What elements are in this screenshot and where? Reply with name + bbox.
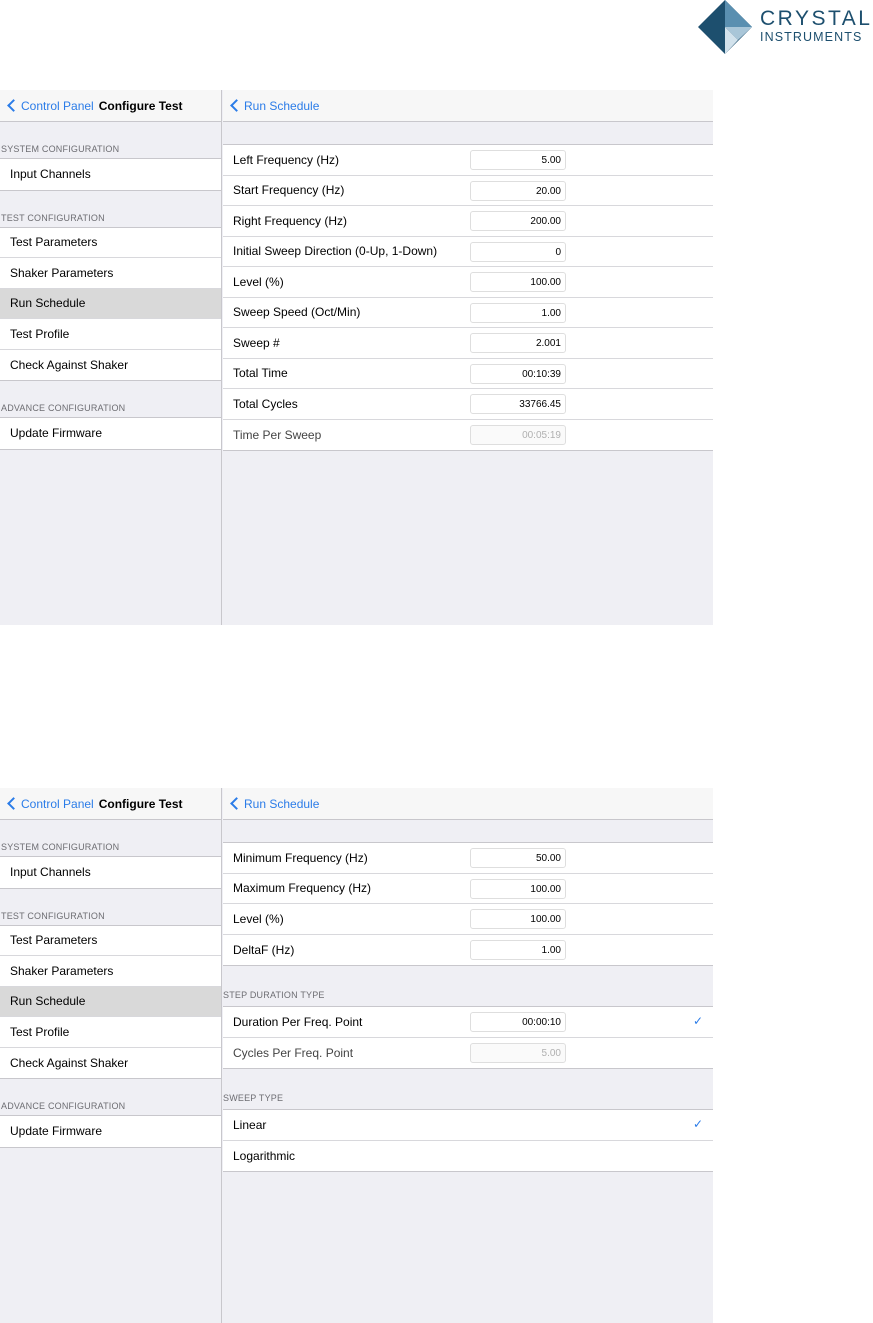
start-frequency-field[interactable]: 20.00 [470,180,566,201]
logo-line2: INSTRUMENTS [760,30,863,44]
checkmark-icon: ✓ [692,1014,703,1028]
sweep-speed-field[interactable]: 1.00 [470,302,566,323]
sidebar: Control Panel Configure Test SYSTEM CONF… [0,788,222,1323]
back-button[interactable]: Control Panel [0,797,94,811]
section-list: Test Parameters Shaker Parameters Run Sc… [0,226,221,381]
chevron-left-icon [230,99,243,112]
total-time-field[interactable]: 00:10:39 [470,363,566,384]
minimum-frequency-field[interactable]: 50.00 [470,848,566,868]
back-button[interactable]: Run Schedule [223,99,319,113]
parameter-row: Sweep #2.001 [223,328,713,359]
option-label: Linear [233,1117,267,1132]
parameter-list: Left Frequency (Hz) 5.00 Start Frequency … [223,144,713,451]
step-duration-option[interactable]: Cycles Per Freq. Point 5.00 [223,1038,713,1069]
sidebar-item-check-against-shaker[interactable]: Check Against Shaker [0,1048,221,1079]
section-list: Input Channels [0,158,221,191]
section-header: ADVANCE CONFIGURATION [1,1101,126,1111]
duration-per-freq-point-field[interactable]: 00:00:10 [470,1012,566,1032]
parameter-row: Maximum Frequency (Hz) 100.00 [223,874,713,904]
sidebar-navbar: Control Panel Configure Test [0,788,221,820]
sidebar-title: Configure Test [98,98,183,113]
run-schedule-screen-stepped-sine: Control Panel Configure Test SYSTEM CONF… [0,788,713,1323]
section-header: STEP DURATION TYPE [223,990,325,1000]
run-schedule-screen-sine: Control Panel Configure Test SYSTEM CONF… [0,90,713,625]
sweep-type-list: Linear ✓ Logarithmic [223,1109,713,1172]
section-list: Update Firmware [0,417,221,450]
parameter-row: Total Cycles 33766.45 [223,389,713,420]
section-header: SYSTEM CONFIGURATION [1,144,120,154]
chevron-left-icon [7,99,20,112]
checkmark-icon: ✓ [692,1117,703,1131]
left-frequency-field[interactable]: 5.00 [470,150,566,170]
parameter-list: Minimum Frequency (Hz) 50.00 Maximum Freq… [223,842,713,966]
section-list: Input Channels [0,856,221,889]
sidebar-item-run-schedule[interactable]: Run Schedule [0,288,221,319]
back-label: Run Schedule [244,796,320,811]
sidebar-item-input-channels[interactable]: Input Channels [0,857,221,888]
parameter-row: Sweep Speed (Oct/Min) 1.00 [223,298,713,328]
section-header: ADVANCE CONFIGURATION [1,403,126,413]
sidebar-title: Configure Test [98,796,183,811]
sweep-type-option-linear[interactable]: Linear ✓ [223,1110,713,1141]
detail-pane: Run Schedule Minimum Frequency (Hz) 50.00… [223,788,713,1323]
level-field[interactable]: 100.00 [470,909,566,929]
logo-diamond-icon [698,0,752,54]
cycles-per-freq-point-field: 5.00 [470,1042,566,1063]
chevron-left-icon [230,797,243,810]
detail-navbar: Run Schedule [223,90,713,122]
parameter-row: Left Frequency (Hz) 5.00 [223,145,713,176]
sidebar-item-test-profile[interactable]: Test Profile [0,319,221,350]
sidebar-item-test-profile[interactable]: Test Profile [0,1017,221,1048]
logo-line1: CRYSTAL [760,7,873,30]
parameter-row: Right Frequency (Hz) 200.00 [223,206,713,237]
delta-f-field[interactable]: 1.00 [470,939,566,960]
sidebar-item-update-firmware[interactable]: Update Firmware [0,418,221,449]
back-label: Run Schedule [244,98,320,113]
back-label: Control Panel [21,796,94,811]
step-duration-list: Duration Per Freq. Point 00:00:10 ✓ Cycles… [223,1006,713,1069]
level-field[interactable]: 100.00 [470,272,566,292]
section-list: Update Firmware [0,1115,221,1148]
option-label: Logarithmic [233,1148,296,1163]
parameter-row: DeltaF (Hz) 1.00 [223,935,713,966]
step-duration-option[interactable]: Duration Per Freq. Point 00:00:10 ✓ [223,1007,713,1038]
sidebar-item-input-channels[interactable]: Input Channels [0,159,221,190]
parameter-row: Time Per Sweep 00:05:19 [223,420,713,451]
parameter-row: Total Time 00:10:39 [223,359,713,389]
back-button[interactable]: Control Panel [0,99,94,113]
sidebar-item-update-firmware[interactable]: Update Firmware [0,1116,221,1147]
parameter-row: Initial Sweep Direction (0-Up, 1-Down) 0 [223,237,713,267]
chevron-left-icon [7,797,20,810]
crystal-instruments-logo: CRYSTAL INSTRUMENTS [698,0,873,54]
sidebar-item-check-against-shaker[interactable]: Check Against Shaker [0,350,221,381]
sidebar-item-test-parameters[interactable]: Test Parameters [0,228,221,258]
sidebar-item-run-schedule[interactable]: Run Schedule [0,986,221,1017]
detail-navbar: Run Schedule [223,788,713,820]
sidebar-item-test-parameters[interactable]: Test Parameters [0,926,221,956]
parameter-row: Level (%) 100.00 [223,267,713,298]
parameter-row: Start Frequency (Hz) 20.00 [223,176,713,206]
right-frequency-field[interactable]: 200.00 [470,211,566,231]
sidebar-item-shaker-parameters[interactable]: Shaker Parameters [0,258,221,289]
time-per-sweep-field: 00:05:19 [470,424,566,445]
back-button[interactable]: Run Schedule [223,797,319,811]
sidebar-item-shaker-parameters[interactable]: Shaker Parameters [0,956,221,987]
back-label: Control Panel [21,98,94,113]
detail-pane: Run Schedule Left Frequency (Hz) 5.00 Sta… [223,90,713,625]
sweep-type-option-logarithmic[interactable]: Logarithmic [223,1141,713,1172]
maximum-frequency-field[interactable]: 100.00 [470,878,566,899]
sweep-number-field[interactable]: 2.001 [470,333,566,353]
section-header: TEST CONFIGURATION [1,212,105,223]
section-list: Test Parameters Shaker Parameters Run Sc… [0,924,221,1079]
sidebar: Control Panel Configure Test SYSTEM CONF… [0,90,222,625]
section-header: SWEEP TYPE [223,1093,284,1103]
initial-sweep-direction-field[interactable]: 0 [470,241,566,262]
parameter-row: Level (%) 100.00 [223,904,713,935]
section-header: TEST CONFIGURATION [1,910,105,921]
section-header: SYSTEM CONFIGURATION [1,842,120,852]
sidebar-navbar: Control Panel Configure Test [0,90,221,122]
parameter-row: Minimum Frequency (Hz) 50.00 [223,843,713,874]
total-cycles-field[interactable]: 33766.45 [470,394,566,414]
